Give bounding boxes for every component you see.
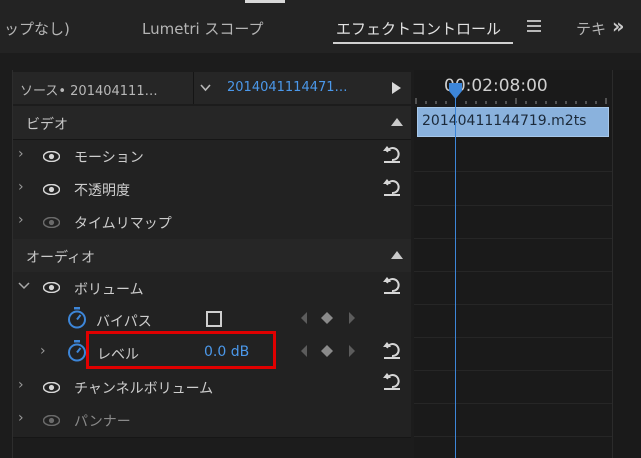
effect-row-time-remap xyxy=(13,206,411,240)
source-header-divider xyxy=(193,72,194,104)
effect-volume-label: ボリューム xyxy=(74,282,144,298)
reset-icon[interactable] xyxy=(382,178,402,196)
timeline-row-divider xyxy=(414,370,612,371)
expand-chevron-icon[interactable]: › xyxy=(18,179,24,195)
tab-previous[interactable]: ップなし) xyxy=(4,18,70,39)
panel-menu-icon[interactable] xyxy=(527,20,541,34)
section-video-label: ビデオ xyxy=(26,117,68,133)
eye-icon[interactable] xyxy=(43,217,60,228)
effect-row-panner xyxy=(13,404,411,438)
bypass-label: バイパス xyxy=(96,314,152,330)
sequence-clip-label[interactable]: 2014041114471… xyxy=(227,80,348,95)
eye-icon[interactable] xyxy=(43,151,60,162)
timeline-row-divider xyxy=(414,403,612,404)
panel-tab-bar xyxy=(0,0,641,53)
timeline-row-divider xyxy=(414,205,612,206)
stopwatch-icon[interactable] xyxy=(67,340,87,362)
eye-icon[interactable] xyxy=(43,382,60,393)
keyframe-navigator xyxy=(301,312,355,324)
stopwatch-icon[interactable] xyxy=(67,307,87,329)
tab-text[interactable]: テキ xyxy=(576,18,606,39)
timeline-row-divider xyxy=(414,337,612,338)
play-triangle-icon[interactable] xyxy=(392,82,401,94)
timeline-clip-name: 20140411144719.m2ts xyxy=(422,113,587,129)
highlight-box xyxy=(86,331,276,369)
active-tab-underline xyxy=(333,42,513,44)
effect-motion-label: モーション xyxy=(74,150,144,166)
effect-time-remap-label: タイムリマップ xyxy=(74,216,172,232)
section-row-video xyxy=(13,106,411,140)
tab-effect-controls[interactable]: エフェクトコントロール xyxy=(336,18,501,39)
timeline-row-divider xyxy=(414,304,612,305)
tab-lumetri-scopes[interactable]: Lumetri スコープ xyxy=(142,18,264,39)
tab-overflow-icon[interactable]: ›› xyxy=(612,14,625,38)
expand-chevron-icon[interactable]: › xyxy=(18,146,24,162)
reset-icon[interactable] xyxy=(382,145,402,163)
playhead-handle-icon[interactable] xyxy=(447,82,464,100)
top-accent-bar xyxy=(245,0,285,3)
eye-icon[interactable] xyxy=(43,282,60,293)
effect-row-motion xyxy=(13,140,411,174)
effect-channel-volume-label: チャンネルボリューム xyxy=(74,381,214,397)
effect-panner-label: パンナー xyxy=(74,414,131,430)
timeline-row-divider xyxy=(414,436,612,437)
expand-chevron-icon[interactable]: › xyxy=(18,212,24,228)
reset-icon[interactable] xyxy=(382,372,402,390)
timeline-row-divider xyxy=(414,271,612,272)
effect-row-opacity xyxy=(13,173,411,207)
playhead-line[interactable] xyxy=(455,92,456,458)
expand-chevron-icon[interactable]: › xyxy=(18,377,24,393)
eye-icon[interactable] xyxy=(43,184,60,195)
reset-icon[interactable] xyxy=(382,341,402,359)
effect-opacity-label: 不透明度 xyxy=(74,183,130,199)
expand-chevron-icon[interactable]: › xyxy=(18,410,24,426)
source-clip-label[interactable]: ソース• 201404111… xyxy=(20,80,158,99)
time-ruler[interactable] xyxy=(414,98,612,104)
chevron-down-icon[interactable] xyxy=(18,282,30,290)
timeline-row-divider xyxy=(414,238,612,239)
collapse-arrow-icon[interactable] xyxy=(391,251,403,259)
effect-row-volume xyxy=(13,272,411,306)
eye-icon[interactable] xyxy=(43,415,60,426)
bypass-checkbox[interactable] xyxy=(206,311,222,327)
section-audio-label: オーディオ xyxy=(26,250,96,266)
collapse-arrow-icon[interactable] xyxy=(391,118,403,126)
keyframe-navigator xyxy=(301,345,355,357)
timeline-right-border xyxy=(612,70,613,458)
expand-chevron-icon[interactable]: › xyxy=(40,343,46,359)
reset-icon[interactable] xyxy=(382,276,402,294)
timeline-row-divider xyxy=(414,171,612,172)
chevron-down-icon[interactable] xyxy=(200,84,211,92)
